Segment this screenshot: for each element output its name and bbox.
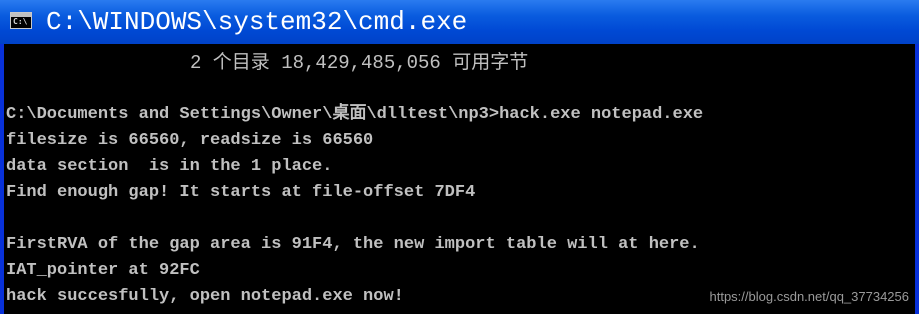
window-title: C:\WINDOWS\system32\cmd.exe <box>46 7 468 37</box>
console-line: C:\Documents and Settings\Owner\桌面\dllte… <box>6 105 704 124</box>
title-bar[interactable]: C:\ C:\WINDOWS\system32\cmd.exe <box>0 0 919 44</box>
console-line: data section is in the 1 place. <box>6 157 333 176</box>
window-frame-right <box>915 44 919 314</box>
console-line: 2 个目录 18,429,485,056 可用字节 <box>190 52 529 74</box>
console-line: filesize is 66560, readsize is 66560 <box>6 131 374 150</box>
cmd-icon[interactable]: C:\ <box>10 12 32 29</box>
console-line: FirstRVA of the gap area is 91F4, the ne… <box>6 235 700 254</box>
console-line: Find enough gap! It starts at file-offse… <box>6 183 476 202</box>
watermark: https://blog.csdn.net/qq_37734256 <box>709 289 910 304</box>
console-output[interactable]: 2 个目录 18,429,485,056 可用字节 C:\Documents a… <box>4 44 915 314</box>
console-line: hack succesfully, open notepad.exe now! <box>6 287 404 306</box>
console-line: IAT_pointer at 92FC <box>6 261 200 280</box>
cmd-icon-glyph: C:\ <box>13 17 28 26</box>
cmd-window: C:\ C:\WINDOWS\system32\cmd.exe 2 个目录 18… <box>0 0 919 314</box>
